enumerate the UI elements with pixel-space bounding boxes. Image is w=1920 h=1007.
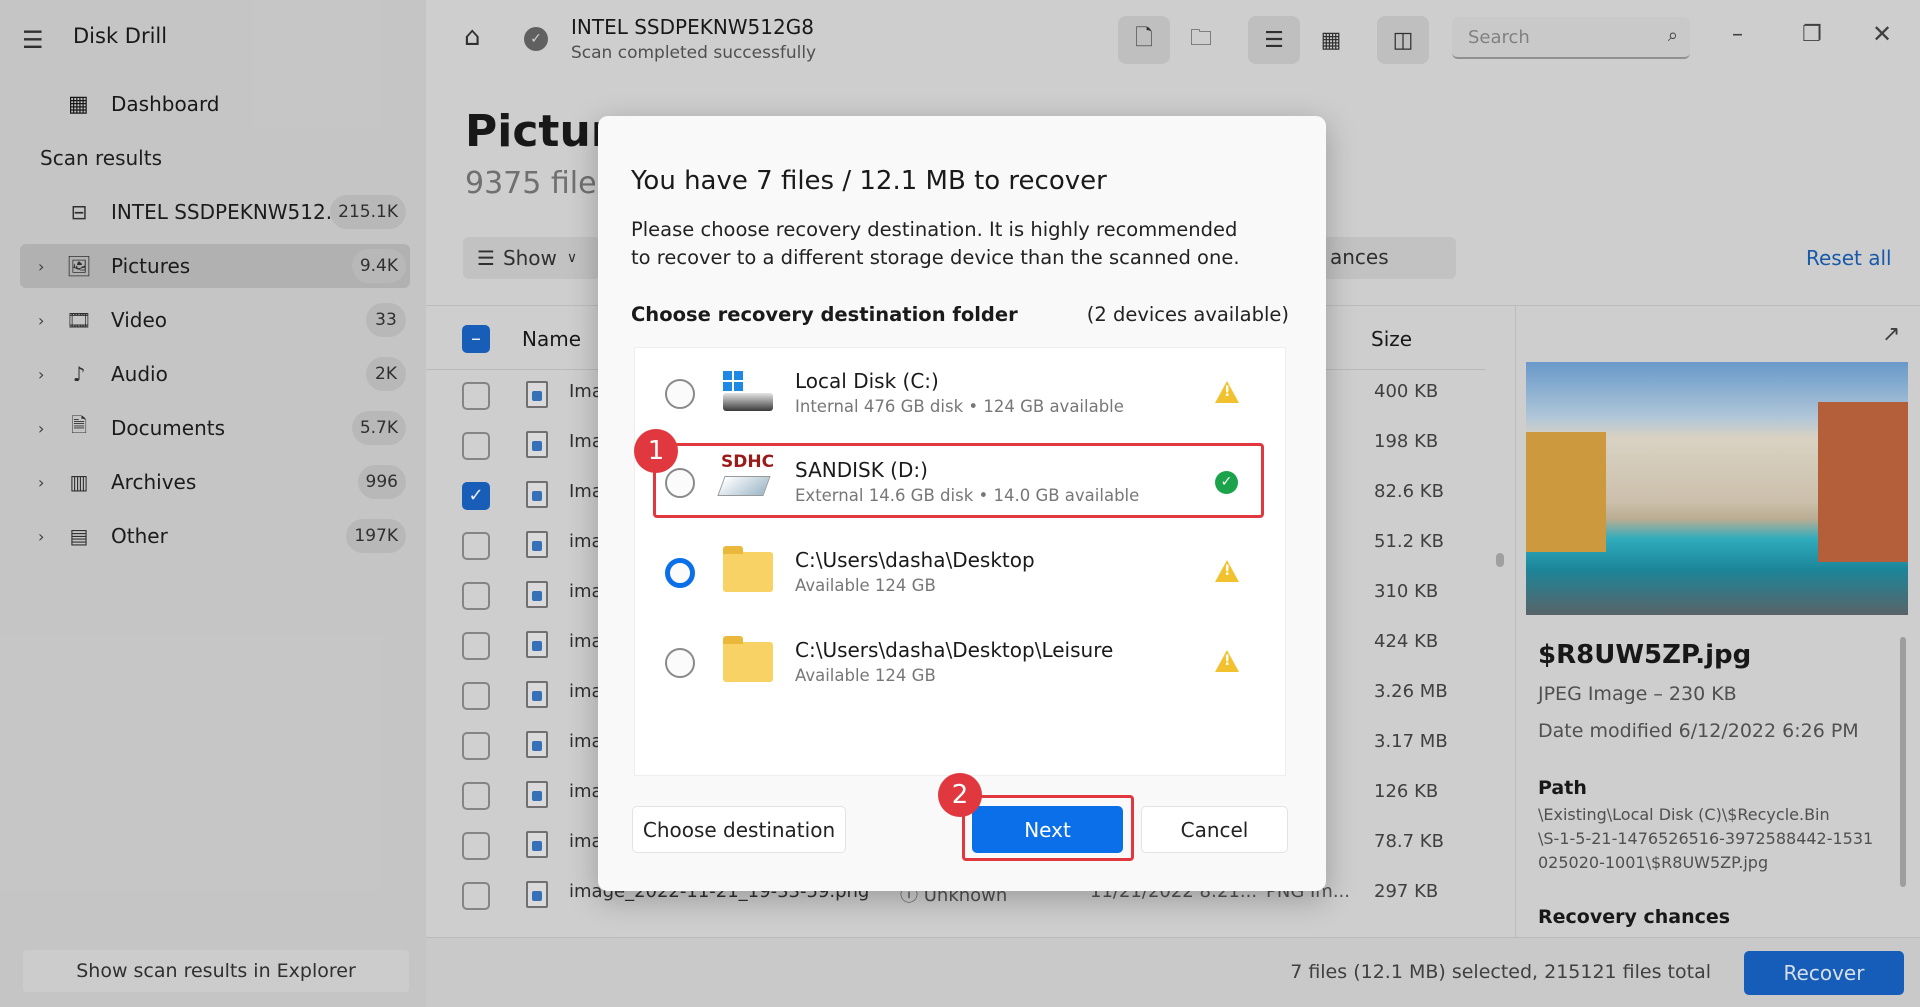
folder-icon — [723, 546, 773, 592]
destination-desktop[interactable]: C:\Users\dasha\Desktop Available 124 GB — [635, 528, 1287, 616]
destination-detail: Available 124 GB — [795, 666, 936, 685]
destination-detail: Available 124 GB — [795, 576, 936, 595]
folder-icon — [723, 636, 773, 682]
choose-destination-button[interactable]: Choose destination — [632, 806, 846, 853]
annotation-badge-2: 2 — [938, 773, 982, 817]
destination-desktop-leisure[interactable]: C:\Users\dasha\Desktop\Leisure Available… — [635, 618, 1287, 706]
warning-icon — [1215, 650, 1239, 672]
warning-icon — [1215, 381, 1239, 403]
destination-name: Local Disk (C:) — [795, 369, 939, 393]
dialog-description: Please choose recovery destination. It i… — [631, 218, 1240, 269]
section-label: Choose recovery destination folder — [631, 303, 1018, 326]
radio-button[interactable] — [665, 648, 695, 678]
radio-button[interactable] — [665, 558, 695, 588]
cancel-button[interactable]: Cancel — [1141, 806, 1288, 853]
recovery-destination-dialog: You have 7 files / 12.1 MB to recover Pl… — [598, 116, 1326, 891]
devices-available: (2 devices available) — [1086, 303, 1289, 326]
destination-name: C:\Users\dasha\Desktop\Leisure — [795, 638, 1114, 662]
next-button[interactable]: Next — [972, 806, 1123, 853]
hard-drive-icon — [723, 371, 773, 411]
radio-button[interactable] — [665, 379, 695, 409]
destination-name: C:\Users\dasha\Desktop — [795, 548, 1035, 572]
dialog-title: You have 7 files / 12.1 MB to recover — [631, 166, 1107, 196]
annotation-highlight-1 — [653, 443, 1264, 518]
destination-list: Local Disk (C:) Internal 476 GB disk • 1… — [634, 347, 1286, 776]
annotation-badge-1: 1 — [634, 429, 678, 473]
warning-icon — [1215, 560, 1239, 582]
destination-local-disk-c[interactable]: Local Disk (C:) Internal 476 GB disk • 1… — [635, 349, 1287, 437]
destination-detail: Internal 476 GB disk • 124 GB available — [795, 397, 1124, 416]
